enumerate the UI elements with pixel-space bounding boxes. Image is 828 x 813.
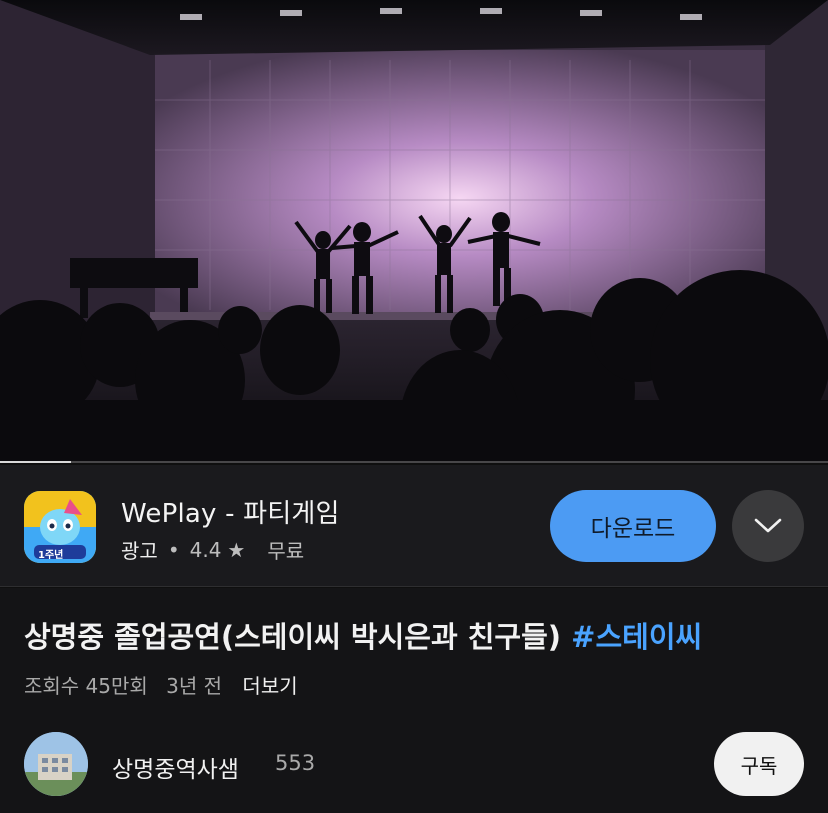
ad-card[interactable]: 1주년 WePlay - 파티게임 광고 • 4.4 ★ 무료 다운로드 <box>0 465 828 587</box>
channel-name[interactable]: 상명중역사샘 <box>112 750 239 784</box>
subscribe-button[interactable]: 구독 <box>714 732 804 796</box>
progress-bar[interactable] <box>0 461 828 463</box>
ad-price: 무료 <box>267 539 305 563</box>
expand-ad-button[interactable] <box>732 490 804 562</box>
star-icon: ★ <box>227 537 246 562</box>
ad-rating: 4.4 <box>189 537 222 562</box>
video-frame <box>0 0 828 463</box>
hashtag-link[interactable]: #스테이씨 <box>571 620 702 654</box>
video-title-text: 상명중 졸업공연(스테이씨 박시은과 친구들) <box>24 620 562 654</box>
meta-separator: • <box>167 537 180 562</box>
weplay-app-icon[interactable]: 1주년 <box>24 491 96 563</box>
video-title[interactable]: 상명중 졸업공연(스테이씨 박시은과 친구들) #스테이씨 <box>24 614 814 656</box>
upload-age: 3년 전 <box>166 674 223 698</box>
video-stats[interactable]: 조회수 45만회 3년 전 더보기 <box>24 670 310 699</box>
download-button[interactable]: 다운로드 <box>550 490 716 562</box>
channel-row[interactable]: 상명중역사샘 553 구독 <box>24 732 804 798</box>
ad-meta: 광고 • 4.4 ★ 무료 <box>121 535 304 564</box>
video-player[interactable] <box>0 0 828 463</box>
ad-label: 광고 <box>121 539 158 563</box>
more-link[interactable]: 더보기 <box>242 674 297 698</box>
channel-avatar[interactable] <box>24 732 88 796</box>
progress-bar-fill <box>0 461 72 463</box>
view-count: 조회수 45만회 <box>24 674 148 698</box>
video-info: 상명중 졸업공연(스테이씨 박시은과 친구들) #스테이씨 조회수 45만회 3… <box>0 588 828 813</box>
subscriber-count: 553 <box>275 751 316 775</box>
ad-app-name[interactable]: WePlay - 파티게임 <box>121 493 340 530</box>
app-badge-text: 1주년 <box>38 550 64 561</box>
chevron-down-icon <box>754 518 782 533</box>
